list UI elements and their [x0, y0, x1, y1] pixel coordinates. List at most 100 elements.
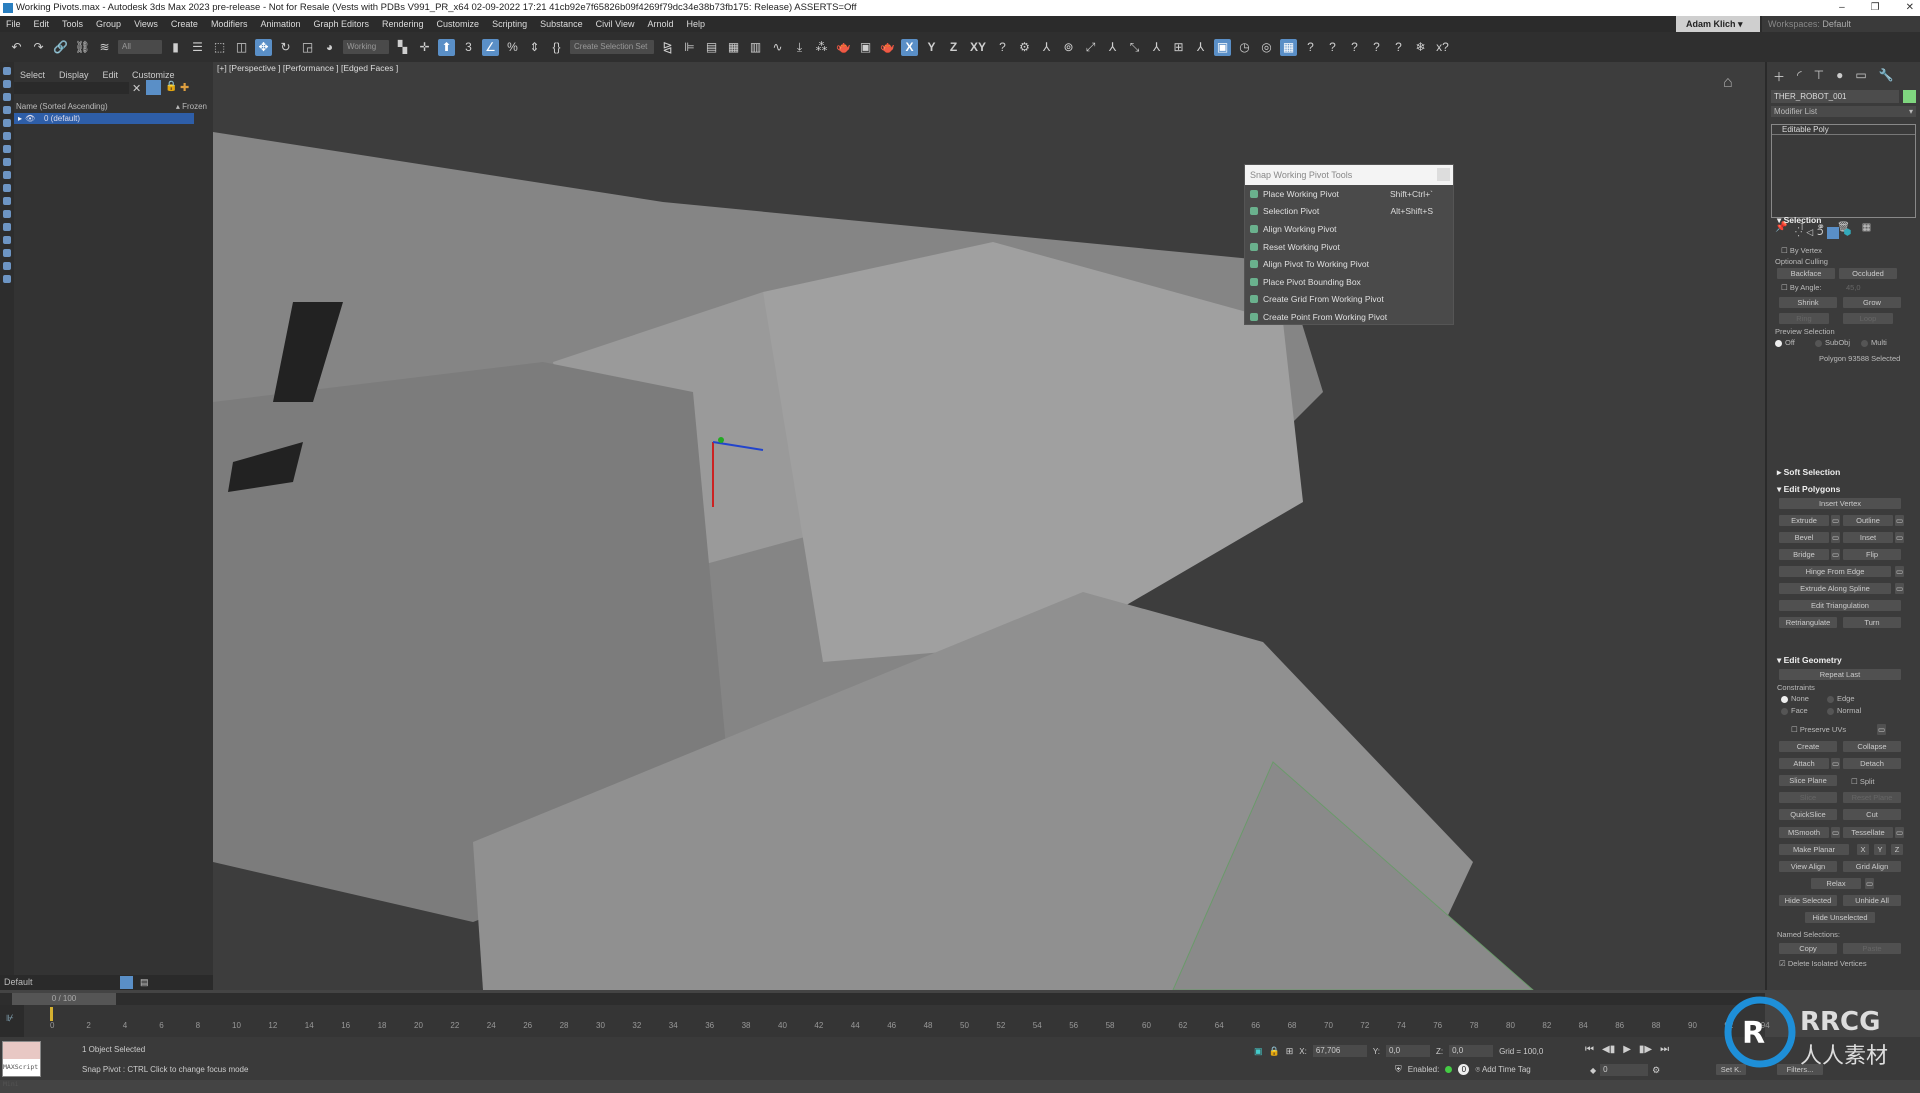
by-angle-checkbox[interactable]: ☐ By Angle:: [1781, 283, 1822, 292]
menu-file[interactable]: File: [6, 19, 21, 29]
next-frame-icon[interactable]: ▮▶: [1639, 1044, 1652, 1055]
target-icon[interactable]: ◎: [1258, 39, 1275, 56]
preserve-uvs-checkbox[interactable]: ☐ Preserve UVs: [1791, 725, 1846, 734]
undo-icon[interactable]: ↶: [8, 39, 25, 56]
placement-icon[interactable]: ◕: [321, 39, 338, 56]
repeat-last-button[interactable]: Repeat Last: [1779, 669, 1901, 680]
constraint-edge-radio[interactable]: Edge: [1827, 694, 1855, 703]
settings-caddy-icon[interactable]: ▭: [1895, 566, 1904, 577]
planar-z-button[interactable]: Z: [1891, 844, 1903, 855]
slice-button[interactable]: Slice: [1779, 792, 1837, 803]
explorer-tab-edit[interactable]: Edit: [103, 70, 119, 80]
attach-button[interactable]: Attach: [1779, 758, 1829, 769]
maxscript-listener[interactable]: MAXScript Mini: [2, 1041, 41, 1088]
freeze-help-icon[interactable]: ❄: [1412, 39, 1429, 56]
layer-settings-icon[interactable]: ▤: [140, 975, 149, 990]
snaps-toggle-icon[interactable]: 3: [460, 39, 477, 56]
clear-search-icon[interactable]: ✕: [132, 82, 141, 95]
layer-row[interactable]: ▸ 👁 0 (default): [14, 113, 194, 124]
settings-caddy-icon[interactable]: ▭: [1895, 583, 1904, 594]
by-vertex-checkbox[interactable]: ☐ By Vertex: [1781, 246, 1822, 255]
axis-xy-button[interactable]: XY: [967, 39, 989, 56]
align-icon[interactable]: ⊫: [681, 39, 698, 56]
bridge-button[interactable]: Bridge: [1779, 549, 1829, 560]
edit-triangulation-button[interactable]: Edit Triangulation: [1779, 600, 1901, 611]
modeling-tool-icon[interactable]: ⚙: [1016, 39, 1033, 56]
explorer-column-header[interactable]: Name (Sorted Ascending) ▴ Frozen: [14, 102, 213, 113]
perspective-viewport[interactable]: [+] [Perspective ] [Performance ] [Edged…: [213, 62, 1765, 990]
grid-align-button[interactable]: Grid Align: [1843, 861, 1901, 872]
layer-toggle-icon[interactable]: [120, 976, 133, 989]
display-filter-icon[interactable]: [3, 249, 11, 257]
edit-polygons-header[interactable]: ▾ Edit Polygons: [1771, 482, 1916, 496]
constraint-normal-radio[interactable]: Normal: [1827, 706, 1861, 715]
turn-button[interactable]: Turn: [1843, 617, 1901, 628]
eye-icon[interactable]: 👁: [25, 113, 35, 124]
bevel-button[interactable]: Bevel: [1779, 532, 1829, 543]
menu-views[interactable]: Views: [134, 19, 158, 29]
previous-frame-icon[interactable]: ◀▮: [1602, 1044, 1615, 1055]
layer-explorer-icon[interactable]: ▦: [725, 39, 742, 56]
menu-graph-editors[interactable]: Graph Editors: [313, 19, 369, 29]
pivot-center-icon[interactable]: ▚: [394, 39, 411, 56]
scene-explorer-icon[interactable]: ▤: [703, 39, 720, 56]
working-pivot-active-icon[interactable]: ▦: [1280, 38, 1297, 56]
edge-level-icon[interactable]: ◁: [1806, 227, 1813, 239]
toggle-value-badge[interactable]: 0: [1458, 1064, 1470, 1075]
rotate-icon[interactable]: ↻: [277, 39, 294, 56]
link-icon[interactable]: 🔗: [52, 39, 69, 56]
workspaces-dropdown[interactable]: Workspaces: Default: [1762, 16, 1920, 32]
delete-isolated-vertices-checkbox[interactable]: ☑ Delete Isolated Vertices: [1779, 959, 1867, 968]
viewcube-icon[interactable]: ⌂: [1723, 74, 1733, 92]
pivot-help-5-icon[interactable]: ?: [1390, 39, 1407, 56]
menu-create[interactable]: Create: [171, 19, 198, 29]
create-tab-icon[interactable]: ＋: [1773, 68, 1785, 85]
settings-caddy-icon[interactable]: ▭: [1831, 827, 1840, 838]
select-by-name-icon[interactable]: ☰: [189, 39, 206, 56]
add-time-tag-button[interactable]: ⌾ Add Time Tag: [1475, 1065, 1530, 1075]
view-align-button[interactable]: View Align: [1779, 861, 1837, 872]
adaptive-degradation-icon[interactable]: ⛨: [1395, 1064, 1402, 1075]
display-filter-icon[interactable]: [3, 210, 11, 218]
hide-unselected-button[interactable]: Hide Unselected: [1805, 912, 1875, 923]
filter-icon[interactable]: [146, 80, 161, 95]
track-bar[interactable]: ⊮ 0 2 4 6 8 10 12 14 16 18 20 22 24 26 28 30 32 34 36 38 40 4…: [0, 1005, 1770, 1037]
maximize-button[interactable]: ❐: [1871, 0, 1880, 16]
scale-icon[interactable]: ◲: [299, 39, 316, 56]
object-color-swatch[interactable]: [1903, 90, 1916, 103]
settings-caddy-icon[interactable]: ▭: [1831, 532, 1840, 543]
absolute-mode-icon[interactable]: ⊞: [1286, 1046, 1294, 1057]
polygon-level-icon[interactable]: [1827, 227, 1840, 239]
expand-icon[interactable]: ▸: [18, 113, 22, 124]
occluded-button[interactable]: Occluded: [1839, 268, 1897, 279]
maxscript-output[interactable]: [3, 1042, 40, 1059]
planar-x-button[interactable]: X: [1857, 844, 1869, 855]
display-tab-icon[interactable]: ▭: [1855, 68, 1866, 85]
enabled-indicator[interactable]: [1445, 1066, 1453, 1073]
extrude-along-spline-button[interactable]: Extrude Along Spline: [1779, 583, 1891, 594]
detach-button[interactable]: Detach: [1843, 758, 1901, 769]
settings-caddy-icon[interactable]: ▭: [1895, 827, 1904, 838]
pivot-help-1-icon[interactable]: ?: [1302, 39, 1319, 56]
xy-help-icon[interactable]: x?: [1434, 39, 1451, 56]
go-to-end-icon[interactable]: ⏭: [1660, 1044, 1669, 1055]
lock-icon[interactable]: 🔒: [165, 81, 177, 92]
close-button[interactable]: ✕: [1906, 0, 1914, 16]
display-filter-icon[interactable]: [3, 184, 11, 192]
snap-working-pivot-icon[interactable]: ▣: [1214, 38, 1231, 56]
soft-selection-rollout[interactable]: ▸ Soft Selection: [1771, 465, 1916, 479]
time-slider-thumb[interactable]: 0 / 100: [12, 993, 116, 1005]
element-level-icon[interactable]: ⬢: [1843, 227, 1851, 239]
tool-g-icon[interactable]: ⅄: [1192, 39, 1209, 56]
object-name-field[interactable]: THER_ROBOT_001: [1771, 90, 1899, 103]
redo-icon[interactable]: ↷: [30, 39, 47, 56]
display-filter-icon[interactable]: [3, 145, 11, 153]
menu-group[interactable]: Group: [96, 19, 121, 29]
menu-arnold[interactable]: Arnold: [647, 19, 673, 29]
utilities-tab-icon[interactable]: 🔧: [1879, 68, 1894, 85]
menu-customize[interactable]: Customize: [437, 19, 480, 29]
preview-off-radio[interactable]: Off: [1775, 338, 1795, 347]
extrude-button[interactable]: Extrude: [1779, 515, 1829, 526]
display-filter-icon[interactable]: [3, 236, 11, 244]
snap-menu-item[interactable]: Place Working Pivot Shift+Ctrl+`: [1245, 185, 1453, 203]
